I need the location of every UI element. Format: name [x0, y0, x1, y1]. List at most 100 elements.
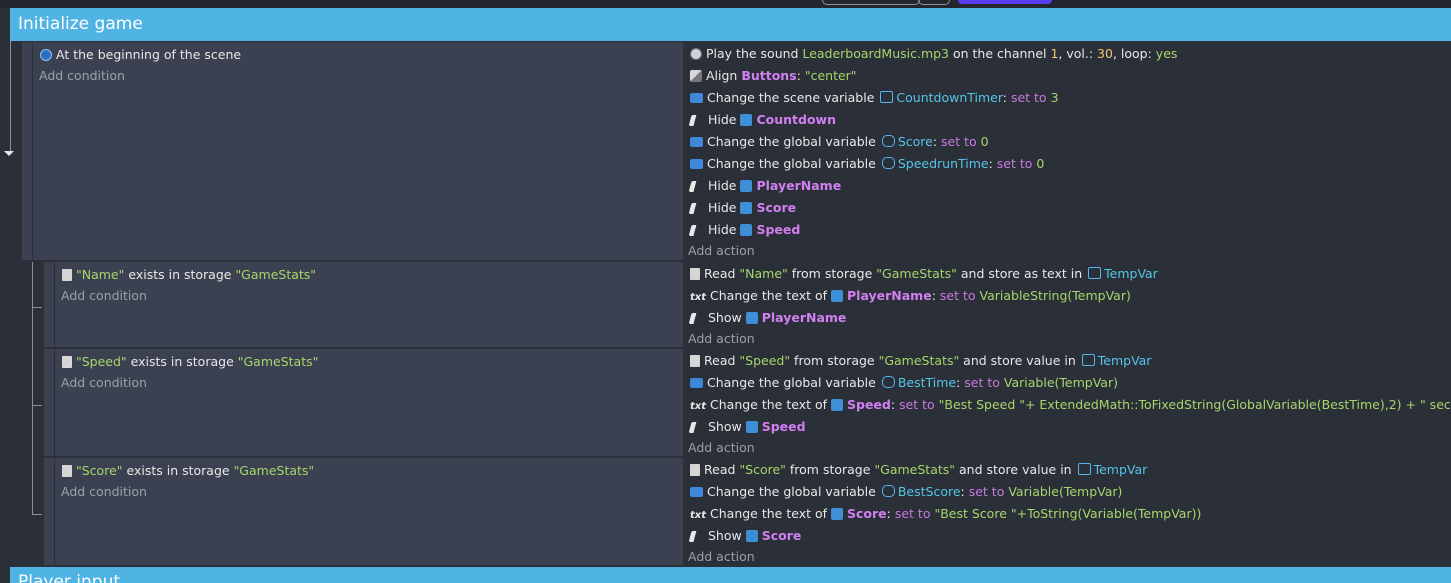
tree-line	[10, 41, 11, 154]
sentence-text: Change the global variable	[707, 134, 880, 149]
sentence-text: :	[890, 397, 900, 412]
object-name: PlayerName	[847, 288, 932, 303]
storage-icon	[62, 465, 72, 477]
action-line[interactable]: Align Buttons: "center"	[690, 65, 857, 87]
action-line[interactable]: Change the global variable Score: set to…	[690, 131, 989, 153]
action-line[interactable]: Read "Name" from storage "GameStats" and…	[690, 263, 1158, 285]
sentence-text: from storage	[790, 353, 879, 368]
add-action-link[interactable]: Add action	[688, 240, 755, 262]
toolbar-dropdown-button[interactable]	[918, 0, 950, 5]
parameter-value: yes	[1155, 46, 1178, 61]
hide-icon	[688, 181, 703, 192]
hide-icon	[688, 531, 703, 542]
sentence-text: Change the text of	[710, 288, 831, 303]
add-condition-link[interactable]: Add condition	[39, 65, 125, 87]
sentence-text: :	[932, 134, 942, 149]
collapse-arrow-icon[interactable]	[4, 151, 14, 156]
conditions-panel[interactable]: "Name" exists in storage "GameStats" Add …	[55, 262, 683, 347]
object-icon	[831, 508, 843, 520]
parameter-value: "GameStats"	[878, 353, 960, 368]
action-line[interactable]: Hide Countdown	[688, 109, 836, 131]
parameter-value: 3	[1050, 90, 1059, 105]
action-line[interactable]: Hide Score	[688, 197, 797, 219]
global-variable-icon	[881, 376, 895, 388]
add-condition-link[interactable]: Add condition	[61, 481, 147, 503]
event-drag-handle[interactable]	[44, 458, 54, 565]
variable-icon	[690, 137, 703, 147]
action-line[interactable]: Change the global variable SpeedrunTime:…	[690, 153, 1044, 175]
toolbar-primary-button[interactable]	[958, 0, 1052, 4]
parameter-value: "Best Score "+ToString(Variable(TempVar)…	[934, 506, 1202, 521]
parameter-value: set to	[899, 397, 935, 412]
sentence-text: , loop:	[1112, 46, 1156, 61]
object-icon	[831, 290, 843, 302]
sentence-text: Read	[704, 462, 740, 477]
action-line[interactable]: txt Change the text of Speed: set to "Bes…	[690, 394, 1451, 416]
storage-icon	[690, 355, 700, 367]
sentence-text: exists in storage	[126, 354, 238, 369]
object-name: Speed	[761, 419, 806, 434]
event-drag-handle[interactable]	[22, 42, 32, 260]
object-name: PlayerName	[761, 310, 847, 325]
action-line[interactable]: Show Score	[688, 525, 801, 547]
hide-icon	[688, 203, 703, 214]
parameter-value: set to	[968, 484, 1005, 499]
action-line[interactable]: Change the global variable BestScore: se…	[690, 481, 1122, 503]
parameter-value: 30	[1097, 46, 1113, 61]
actions-panel[interactable]: Play the sound LeaderboardMusic.mp3 on t…	[684, 42, 1451, 260]
parameter-value: set to	[996, 156, 1033, 171]
toolbar-button[interactable]	[822, 0, 920, 5]
add-condition-link[interactable]: Add condition	[61, 285, 147, 307]
event-drag-handle[interactable]	[44, 262, 54, 347]
action-line[interactable]: Read "Score" from storage "GameStats" an…	[690, 459, 1147, 481]
actions-panel[interactable]: Read "Speed" from storage "GameStats" an…	[684, 349, 1451, 456]
action-line[interactable]: txt Change the text of PlayerName: set to…	[690, 285, 1131, 307]
parameter-value: set to	[941, 134, 977, 149]
sentence-text: Change the text of	[710, 506, 831, 521]
action-line[interactable]: Show PlayerName	[688, 307, 847, 329]
sentence-text: and store as text in	[956, 266, 1087, 281]
object-icon	[745, 421, 758, 433]
action-line[interactable]: Hide Speed	[688, 219, 800, 241]
parameter-value: "Speed"	[76, 354, 127, 369]
conditions-panel[interactable]: "Speed" exists in storage "GameStats" Add…	[55, 349, 683, 456]
action-line[interactable]: Show Speed	[688, 416, 806, 438]
tree-line	[32, 514, 42, 515]
action-line[interactable]: Play the sound LeaderboardMusic.mp3 on t…	[690, 43, 1177, 65]
condition-line[interactable]: "Score" exists in storage "GameStats"	[62, 460, 314, 482]
conditions-panel[interactable]: "Score" exists in storage "GameStats" Add…	[55, 458, 683, 565]
sentence-text: Hide	[708, 112, 741, 127]
variable-name: BestScore	[897, 484, 961, 499]
sentence-text: Hide	[708, 178, 741, 193]
event-drag-handle[interactable]	[44, 349, 54, 456]
global-variable-icon	[881, 485, 895, 497]
parameter-value: "Name"	[76, 267, 125, 282]
tree-line	[32, 405, 42, 406]
storage-icon	[690, 464, 700, 476]
hide-icon	[688, 225, 703, 236]
storage-icon	[62, 269, 72, 281]
add-action-link[interactable]: Add action	[688, 437, 755, 459]
action-line[interactable]: Hide PlayerName	[688, 175, 841, 197]
action-line[interactable]: txt Change the text of Score: set to "Bes…	[690, 503, 1201, 525]
action-line[interactable]: Read "Speed" from storage "GameStats" an…	[690, 350, 1151, 372]
parameter-value: set to	[939, 288, 976, 303]
add-action-link[interactable]: Add action	[688, 328, 755, 350]
event-group-header[interactable]: Initialize game	[10, 8, 1451, 41]
parameter-value: set to	[964, 375, 1000, 390]
actions-panel[interactable]: Read "Name" from storage "GameStats" and…	[684, 262, 1451, 347]
action-line[interactable]: Change the scene variable CountdownTimer…	[690, 87, 1059, 109]
object-name: Score	[756, 200, 797, 215]
action-line[interactable]: Change the global variable BestTime: set…	[690, 372, 1118, 394]
add-action-link[interactable]: Add action	[688, 546, 755, 568]
sentence-text: :	[988, 156, 997, 171]
condition-line[interactable]: "Speed" exists in storage "GameStats"	[62, 351, 318, 373]
next-event-header[interactable]: Player input	[10, 567, 1451, 583]
condition-line[interactable]: At the beginning of the scene	[40, 44, 241, 66]
parameter-value: "GameStats"	[235, 267, 317, 282]
parameter-value: "Name"	[739, 266, 788, 281]
conditions-panel[interactable]: At the beginning of the scene Add conditi…	[33, 42, 683, 260]
actions-panel[interactable]: Read "Score" from storage "GameStats" an…	[684, 458, 1451, 565]
condition-line[interactable]: "Name" exists in storage "GameStats"	[62, 264, 316, 286]
add-condition-link[interactable]: Add condition	[61, 372, 147, 394]
